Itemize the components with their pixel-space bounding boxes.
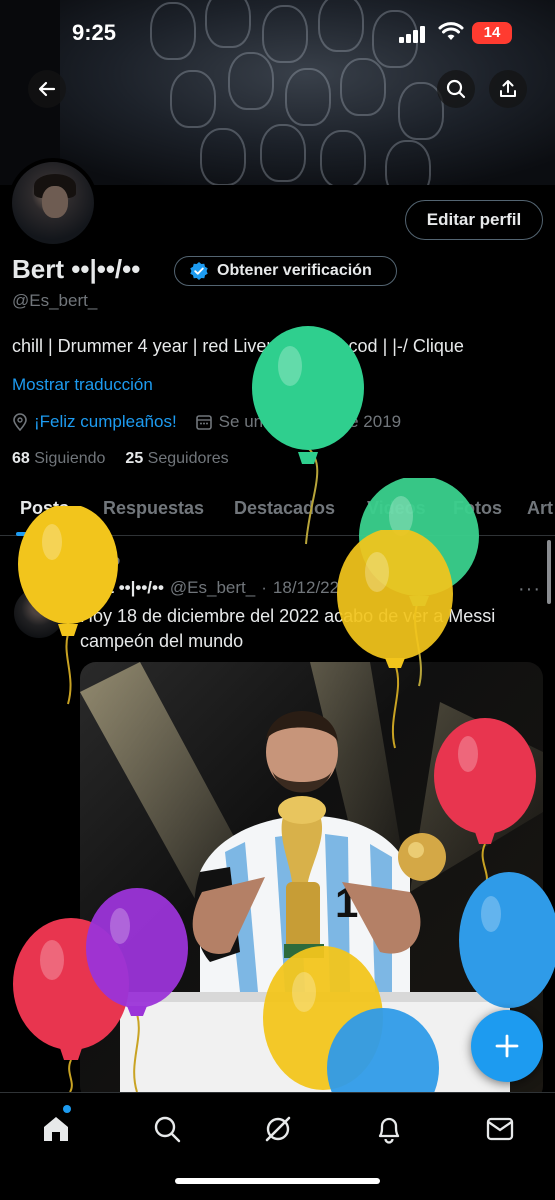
pinned-indicator: Fijado [56, 552, 120, 569]
mail-icon [486, 1117, 514, 1141]
active-tab-indicator [16, 532, 74, 536]
birthday-link[interactable]: ¡Feliz cumpleaños! [34, 412, 177, 432]
edit-profile-button[interactable]: Editar perfil [405, 200, 543, 240]
bell-icon [378, 1117, 400, 1144]
scrollbar-thumb[interactable] [547, 540, 551, 604]
pin-icon [57, 553, 69, 568]
compose-post-button[interactable] [471, 1010, 543, 1082]
location-pin-icon [13, 413, 27, 431]
profile-tabs: Posts Respuestas Destacados Videos Fotos… [0, 490, 555, 536]
post-separator: · [261, 578, 267, 597]
back-button[interactable] [28, 70, 66, 108]
search-icon [154, 1116, 181, 1143]
post-author-name[interactable]: Bert ••|••/•• [80, 578, 164, 598]
share-button[interactable] [489, 70, 527, 108]
nav-search[interactable] [149, 1111, 185, 1147]
cellular-signal-icon [399, 25, 427, 43]
status-time: 9:25 [72, 20, 117, 45]
plus-icon [495, 1034, 519, 1058]
follow-stats: 68 Siguiendo 25 Seguidores [12, 450, 229, 468]
home-notification-dot [63, 1105, 71, 1113]
tab-posts[interactable]: Posts [20, 498, 69, 519]
wifi-icon [438, 22, 464, 40]
verified-badge-icon [190, 262, 208, 280]
battery-indicator: 14 [472, 22, 512, 44]
nav-grok[interactable] [260, 1111, 296, 1147]
nav-home[interactable] [38, 1111, 74, 1147]
tab-photos[interactable]: Fotos [453, 498, 502, 519]
post-text: Hoy 18 de diciembre del 2022 acabo de ve… [80, 606, 496, 651]
tab-replies[interactable]: Respuestas [103, 498, 204, 519]
get-verified-button[interactable]: Obtener verificación [174, 256, 397, 286]
post-author-avatar[interactable] [14, 588, 64, 638]
followers-count: 25 [125, 450, 144, 467]
post-date[interactable]: 18/12/22 [273, 578, 339, 598]
followers-label: Seguidores [147, 450, 229, 467]
nav-messages[interactable] [482, 1111, 518, 1147]
nav-notifications[interactable] [371, 1111, 407, 1147]
following-label: Siguiendo [34, 450, 106, 467]
profile-avatar[interactable] [8, 158, 98, 248]
share-icon [500, 80, 516, 97]
pinned-label: Fijado [76, 552, 121, 569]
home-icon [44, 1117, 68, 1141]
following-link[interactable]: 68 Siguiendo [12, 450, 105, 468]
post-author-handle[interactable]: @Es_bert_ [170, 578, 255, 598]
search-icon [446, 79, 466, 99]
status-bar: 9:25 14 [0, 0, 555, 66]
tab-highlights[interactable]: Destacados [234, 498, 335, 519]
show-translation-link[interactable]: Mostrar traducción [12, 375, 153, 395]
tab-articles[interactable]: Art [527, 498, 553, 519]
post-more-button[interactable]: ··· [518, 578, 541, 601]
home-indicator [175, 1178, 380, 1184]
back-arrow-icon [38, 81, 56, 97]
profile-bio: chill | Drummer 4 year | red Liverpool ⚽… [12, 336, 464, 356]
following-count: 68 [12, 450, 30, 467]
display-name: Bert ••|••/•• [12, 254, 141, 284]
profile-meta: ¡Feliz cumpleaños! Se unió en julio de 2… [12, 412, 401, 432]
search-button[interactable] [437, 70, 475, 108]
followers-link[interactable]: 25 Seguidores [125, 450, 228, 468]
profile-handle: @Es_bert_ [12, 291, 98, 310]
get-verified-label: Obtener verificación [217, 262, 372, 279]
post-header: Bert ••|••/•• @Es_bert_ · 18/12/22 [80, 578, 339, 598]
joined-date: Se unió en julio de 2019 [218, 412, 402, 431]
calendar-icon [195, 415, 212, 430]
grok-icon [265, 1116, 291, 1142]
tab-videos[interactable]: Videos [367, 498, 426, 519]
